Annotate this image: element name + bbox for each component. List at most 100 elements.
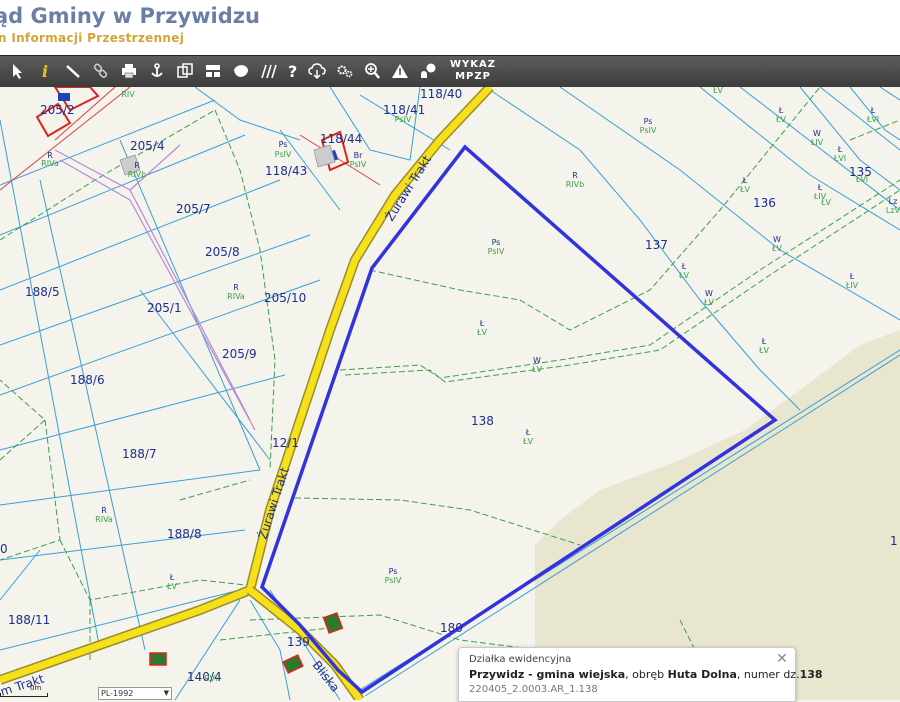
svg-text:Ł: Ł — [479, 319, 485, 328]
svg-text:PsIV: PsIV — [275, 150, 292, 159]
parcel-label: 12/1 — [272, 436, 299, 450]
svg-text:Ps: Ps — [644, 117, 653, 126]
svg-text:ŁVI: ŁVI — [855, 175, 868, 184]
parcel-info-popup: Działka ewidencyjna ✕ Przywidz - gmina w… — [458, 647, 823, 702]
zoom-icon[interactable] — [360, 59, 384, 83]
svg-text:PsIV: PsIV — [350, 160, 367, 169]
help-icon[interactable]: ? — [281, 59, 305, 83]
popup-numer: 138 — [799, 668, 823, 681]
parcel-label: 138 — [471, 414, 494, 428]
parcel-label: 188/5 — [25, 285, 60, 299]
svg-text:ŁV: ŁV — [678, 271, 689, 280]
parcel-label: 139 — [287, 635, 310, 649]
svg-text:ŁV: ŁV — [775, 115, 786, 124]
svg-text:ŁV: ŁV — [703, 298, 714, 307]
parcel-label: 118/43 — [265, 164, 307, 178]
svg-text:Ł: Ł — [817, 183, 823, 192]
svg-text:ŁV: ŁV — [771, 244, 782, 253]
svg-text:ŁV: ŁV — [739, 185, 750, 194]
svg-text:ŁV: ŁV — [522, 437, 533, 446]
svg-text:W: W — [773, 235, 781, 244]
svg-text:RIVb: RIVb — [128, 170, 146, 179]
mpzp-label: MPZP — [455, 71, 491, 82]
app-header: ąd Gminy w Przywidzu n Informacji Przest… — [0, 0, 900, 55]
app-title: ąd Gminy w Przywidzu — [0, 4, 260, 28]
svg-text:RVI: RVI — [205, 674, 218, 683]
svg-text:Ł: Ł — [742, 176, 748, 185]
map-canvas[interactable]: 205/2 118/40 118/41 118/44 118/43 205/4 … — [0, 87, 900, 700]
svg-text:RIVa: RIVa — [227, 292, 245, 301]
svg-text:ŁV: ŁV — [531, 365, 542, 374]
parcel-label: 188/7 — [122, 447, 157, 461]
svg-text:RIVa: RIVa — [41, 159, 59, 168]
svg-text:ŁV: ŁV — [820, 198, 831, 207]
svg-text:W: W — [705, 289, 713, 298]
svg-text:W: W — [813, 129, 821, 138]
chevron-down-icon: ▼ — [163, 689, 169, 697]
svg-text:Ł: Ł — [169, 573, 175, 582]
svg-text:ŁVI: ŁVI — [866, 115, 879, 124]
svg-text:PsIV: PsIV — [640, 126, 657, 135]
app-subtitle: n Informacji Przestrzennej — [0, 31, 185, 45]
svg-text:PsIV: PsIV — [385, 576, 402, 585]
svg-text:Ps: Ps — [492, 238, 501, 247]
scale-bar-line — [0, 693, 48, 697]
svg-text:ŁV: ŁV — [166, 582, 177, 591]
svg-text:ŁV: ŁV — [712, 87, 723, 95]
svg-text:ŁIV: ŁIV — [845, 281, 859, 290]
popup-parcel-id: 220405_2.0003.AR_1.138 — [469, 684, 598, 695]
svg-text:R: R — [101, 506, 107, 515]
parcel-label: 1 — [890, 534, 898, 548]
parcel-label: 118/44 — [320, 132, 362, 146]
close-icon[interactable]: ✕ — [775, 652, 789, 666]
svg-text:PsIV: PsIV — [395, 115, 412, 124]
copy-icon[interactable] — [173, 59, 197, 83]
print-icon[interactable] — [117, 59, 141, 83]
svg-text:W: W — [533, 356, 541, 365]
popup-header: Działka ewidencyjna — [469, 654, 572, 665]
svg-text:RIVb: RIVb — [566, 180, 584, 189]
popup-gmina: Przywidz - gmina wiejska — [469, 668, 626, 681]
hatch-icon[interactable] — [257, 59, 281, 83]
svg-text:ŁVI: ŁVI — [833, 154, 846, 163]
parcel-label: 205/9 — [222, 347, 257, 361]
svg-text:Lz: Lz — [889, 197, 898, 206]
wykaz-mpzp-button[interactable]: WYKAZ MPZP — [446, 59, 500, 85]
svg-text:Ł: Ł — [525, 428, 531, 437]
parcel-label: 205/7 — [176, 202, 211, 216]
warning-icon[interactable] — [388, 59, 412, 83]
scale-label: 0m — [30, 684, 42, 692]
svg-text:ŁV: ŁV — [476, 328, 487, 337]
parcel-label: 205/8 — [205, 245, 240, 259]
info-icon[interactable]: i — [33, 59, 57, 83]
svg-text:Ł: Ł — [849, 272, 855, 281]
svg-text:Br: Br — [354, 151, 363, 160]
parcel-label: 188/11 — [8, 613, 50, 627]
parcel-label: 188/8 — [167, 527, 202, 541]
popup-obreb-label: , obręb — [625, 668, 668, 681]
parcel-label: 136 — [753, 196, 776, 210]
chat-icon[interactable] — [416, 59, 440, 83]
settings-icon[interactable] — [333, 59, 357, 83]
parcel-label: 205/10 — [264, 291, 306, 305]
map-toolbar: i ? WYKAZ MPZP — [0, 55, 900, 88]
svg-text:RIV: RIV — [121, 90, 135, 99]
svg-text:RIVa: RIVa — [95, 515, 113, 524]
select-arrow-icon[interactable] — [6, 59, 30, 83]
layout-icon[interactable] — [201, 59, 225, 83]
anchor-icon[interactable] — [145, 59, 169, 83]
cloud-download-icon[interactable] — [305, 59, 329, 83]
scale-bar: 0m — [0, 684, 60, 698]
link-icon[interactable] — [89, 59, 113, 83]
popup-obreb: Huta Dolna — [667, 668, 737, 681]
crs-select[interactable]: PL-1992 ▼ — [98, 687, 172, 700]
crs-selected-value: PL-1992 — [101, 689, 134, 698]
shape-icon[interactable] — [229, 59, 253, 83]
parcel-label: 205/4 — [130, 139, 165, 153]
measure-icon[interactable] — [61, 59, 85, 83]
popup-numer-label: , numer dz. — [736, 668, 800, 681]
parcel-label: 205/2 — [40, 103, 75, 117]
svg-text:LzV: LzV — [886, 206, 900, 215]
parcel-label: 180 — [440, 621, 463, 635]
wykaz-label: WYKAZ — [449, 59, 496, 70]
